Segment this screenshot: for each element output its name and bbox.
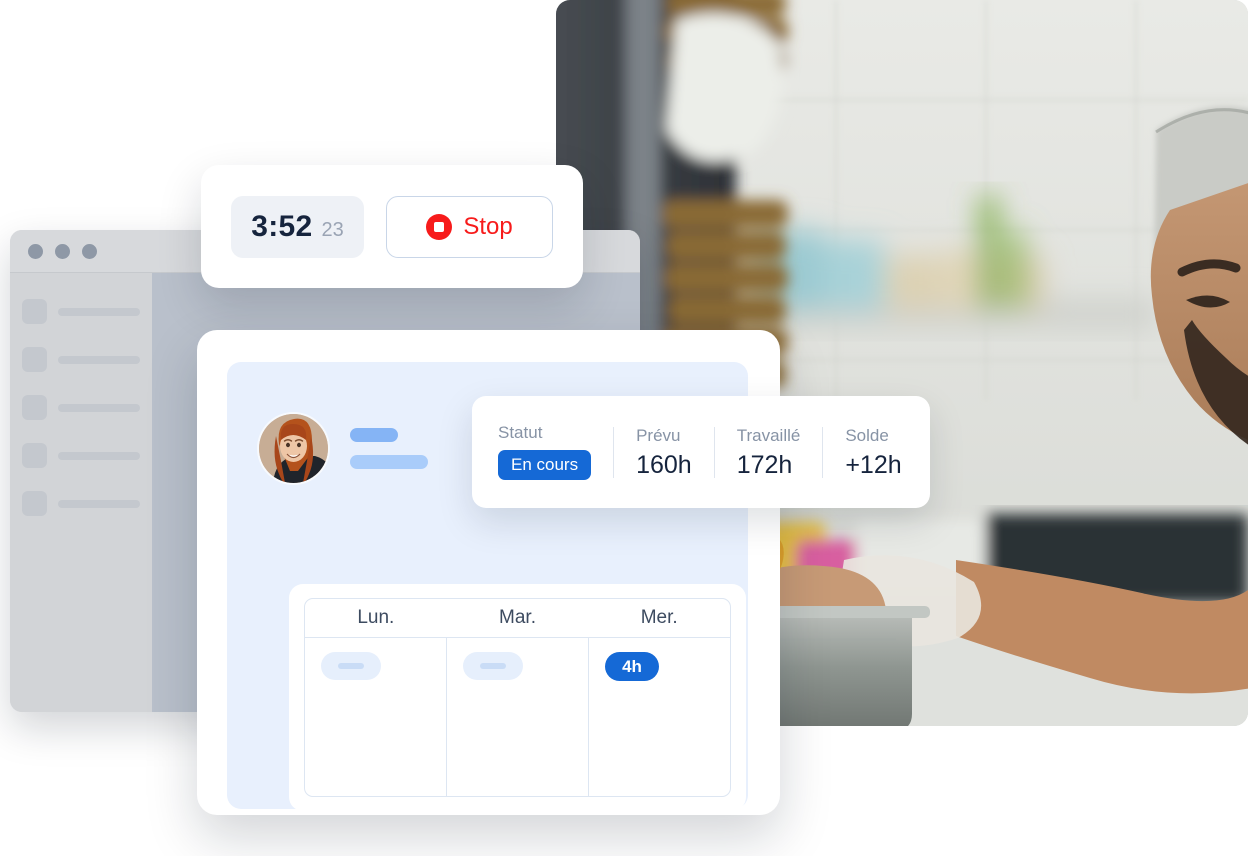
schedule-card: Lun. Mar. Mer. 4h xyxy=(289,584,746,811)
stat-travaille: Travaillé 172h xyxy=(713,425,823,479)
placeholder-icon xyxy=(22,395,47,420)
sidebar-placeholder-item xyxy=(22,491,140,516)
placeholder-label xyxy=(58,403,140,412)
column-header-mar: Mar. xyxy=(499,607,536,628)
schedule-table-body: 4h xyxy=(305,638,730,796)
stat-value-travaille: 172h xyxy=(736,450,793,479)
traffic-light-maximize-icon[interactable] xyxy=(82,243,97,259)
sidebar-placeholder-item xyxy=(22,347,140,372)
placeholder-icon xyxy=(22,347,47,372)
name-placeholder xyxy=(350,428,428,469)
stats-card: Statut En cours Prévu 160h Travaillé 172… xyxy=(472,396,930,508)
schedule-table-header: Lun. Mar. Mer. xyxy=(305,599,730,638)
stat-label-travaille: Travaillé xyxy=(736,425,801,445)
sidebar-placeholder-item xyxy=(22,443,140,468)
placeholder-label xyxy=(58,355,140,364)
stat-prevu: Prévu 160h xyxy=(613,425,714,479)
schedule-cell-mar[interactable] xyxy=(446,638,588,796)
timer-card: 3:52 23 Stop xyxy=(201,165,583,288)
column-header-mer: Mer. xyxy=(640,607,678,628)
stat-value-prevu: 160h xyxy=(636,450,692,479)
status-badge[interactable]: En cours xyxy=(498,450,592,480)
schedule-cell-lun[interactable] xyxy=(305,638,446,796)
shift-placeholder-chip xyxy=(321,652,381,680)
elapsed-time-display: 3:52 23 xyxy=(231,195,364,258)
stop-button-label: Stop xyxy=(463,212,513,240)
traffic-light-close-icon[interactable] xyxy=(28,243,43,259)
schedule-cell-mer[interactable]: 4h xyxy=(588,638,730,796)
placeholder-label xyxy=(58,307,140,316)
avatar[interactable] xyxy=(259,414,328,483)
stat-solde: Solde +12h xyxy=(822,425,923,479)
schedule-table: Lun. Mar. Mer. 4h xyxy=(304,598,731,797)
avatar-portrait xyxy=(259,414,328,483)
placeholder-icon xyxy=(22,443,47,468)
window-sidebar xyxy=(10,273,152,712)
stat-label-prevu: Prévu xyxy=(636,425,681,445)
stop-button[interactable]: Stop xyxy=(386,195,553,258)
column-header-lun: Lun. xyxy=(357,607,395,628)
composition-stage: 3:52 23 Stop Lun. Mar. Mer. 4h Statut En… xyxy=(0,0,1248,856)
placeholder-label xyxy=(58,499,140,508)
traffic-light-minimize-icon[interactable] xyxy=(55,243,70,259)
sidebar-placeholder-item xyxy=(22,395,140,420)
stat-label-statut: Statut xyxy=(498,423,543,442)
shift-duration-chip[interactable]: 4h xyxy=(605,652,659,681)
shift-placeholder-chip xyxy=(463,652,523,680)
placeholder-line-secondary xyxy=(350,455,428,469)
placeholder-icon xyxy=(22,491,47,516)
placeholder-icon xyxy=(22,299,47,324)
elapsed-time-value: 3:52 xyxy=(251,209,313,243)
stat-value-solde: +12h xyxy=(845,450,902,479)
placeholder-label xyxy=(58,451,140,460)
stat-label-solde: Solde xyxy=(845,425,889,445)
stop-circle-icon xyxy=(426,213,453,240)
profile-row xyxy=(259,414,428,483)
stat-statut: Statut En cours xyxy=(498,424,613,480)
sidebar-placeholder-item xyxy=(22,299,140,324)
placeholder-line-primary xyxy=(350,428,398,442)
elapsed-seconds-value: 23 xyxy=(321,218,344,241)
